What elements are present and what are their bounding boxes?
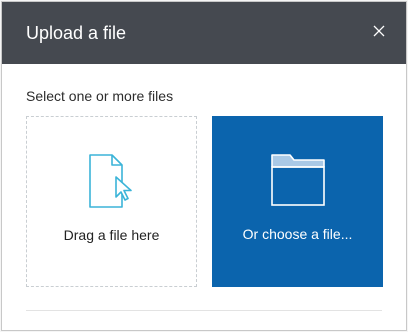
dialog-header: Upload a file	[2, 2, 406, 64]
upload-dialog: Upload a file Select one or more files D…	[1, 1, 407, 331]
close-button[interactable]	[368, 20, 390, 42]
drag-label: Drag a file here	[63, 227, 160, 243]
choose-label: Or choose a file...	[242, 226, 353, 242]
close-icon	[373, 25, 385, 37]
dialog-title: Upload a file	[26, 23, 127, 43]
footer-divider	[26, 310, 382, 311]
choose-file-button[interactable]: Or choose a file...	[212, 116, 383, 287]
drag-drop-zone[interactable]: Drag a file here	[26, 116, 197, 287]
file-cursor-icon	[89, 154, 132, 208]
dialog-subtitle: Select one or more files	[26, 88, 174, 104]
folder-icon	[271, 154, 325, 206]
